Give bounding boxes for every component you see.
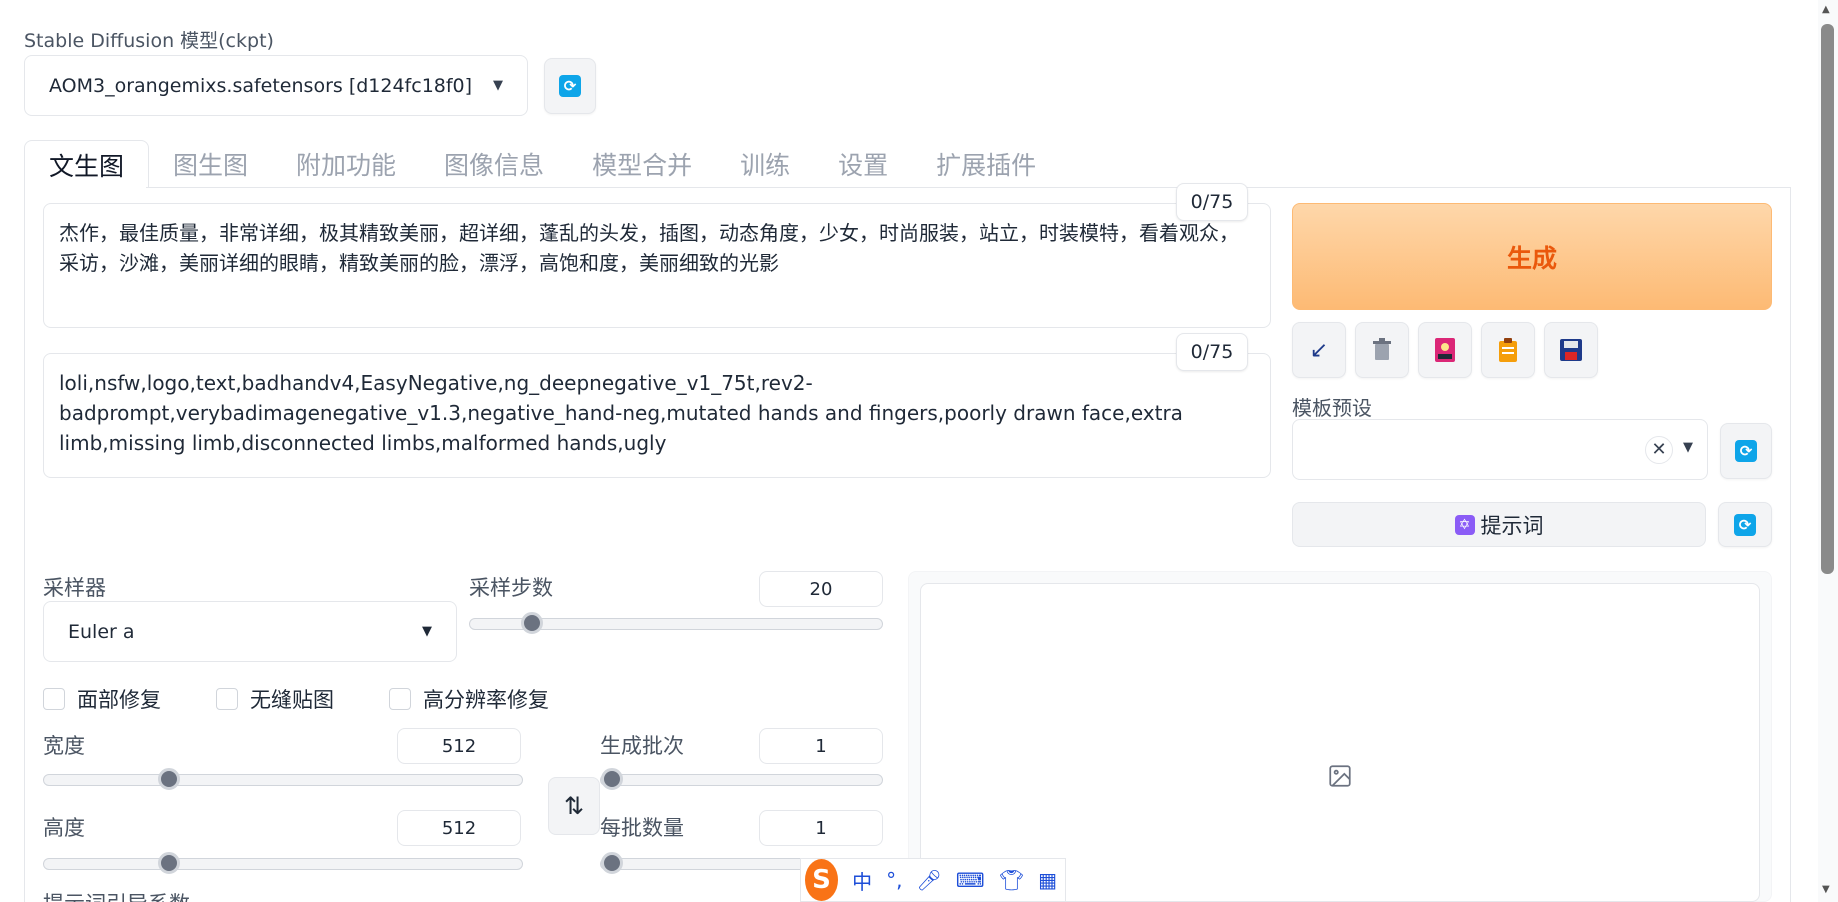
tab-train[interactable]: 训练 [716,140,814,188]
sampler-label: 采样器 [43,576,106,600]
hires-fix-checkbox[interactable] [389,688,411,710]
height-slider[interactable] [43,852,523,874]
extra-networks-button[interactable] [1418,322,1472,378]
scroll-up-icon[interactable]: ▲ [1822,4,1830,15]
sparkle-icon: ✡ [1454,514,1475,535]
positive-prompt-input[interactable]: 杰作，最佳质量，非常详细，极其精致美丽，超详细，蓬乱的头发，插图，动态角度，少女… [43,203,1271,328]
batch-count-label: 生成批次 [600,734,684,758]
tiling-label: 无缝贴图 [250,688,334,712]
tab-png-info[interactable]: 图像信息 [420,140,568,188]
swap-icon: ⇅ [563,792,585,820]
width-slider[interactable] [43,768,523,790]
keyboard-icon[interactable]: ⌨ [956,868,985,892]
batch-count-slider-thumb[interactable] [601,768,623,790]
refresh-icon: ⟳ [1735,440,1757,462]
tab-settings[interactable]: 设置 [814,140,912,188]
prompt-helper-label: 提示词 [1480,513,1544,538]
tiling-checkbox[interactable] [216,688,238,710]
tab-extras[interactable]: 附加功能 [272,140,420,188]
sampler-select[interactable]: Euler a ▼ [43,601,457,662]
model-select-value: AOM3_orangemixs.safetensors [d124fc18f0] [49,74,473,97]
ime-punct-toggle[interactable]: °, [886,868,902,892]
tab-checkpoint-merger[interactable]: 模型合并 [568,140,716,188]
width-label: 宽度 [43,734,85,758]
negative-token-counter: 0/75 [1176,333,1248,371]
height-input[interactable]: 512 [397,810,521,846]
batch-size-input[interactable]: 1 [759,810,883,846]
steps-slider[interactable] [469,612,883,634]
output-image[interactable] [920,583,1760,902]
image-placeholder-icon [1329,765,1351,787]
cfg-scale-label: 提示词引导系数 [43,888,190,902]
arrow-icon: ↙ [1309,337,1329,363]
chevron-down-icon: ▼ [422,624,432,639]
face-restore-checkbox[interactable] [43,688,65,710]
batch-size-slider-thumb[interactable] [601,852,623,874]
tiling-option[interactable]: 无缝贴图 [216,684,334,714]
sogou-logo-icon[interactable]: S [805,859,839,901]
refresh-icon: ⟳ [559,75,581,97]
hires-fix-option[interactable]: 高分辨率修复 [389,684,549,714]
tab-panel-border [146,187,1791,188]
model-refresh-button[interactable]: ⟳ [544,58,596,114]
clear-prompt-button[interactable] [1355,322,1409,378]
refresh-icon: ⟳ [1734,513,1756,536]
tab-panel-border-left [24,187,25,902]
clear-icon[interactable]: ✕ [1645,436,1673,464]
ime-lang-toggle[interactable]: 中 [852,866,872,895]
scroll-down-icon[interactable]: ▼ [1822,884,1830,895]
shirt-icon[interactable]: 👕︎ [999,868,1024,892]
swap-dimensions-button[interactable]: ⇅ [548,777,600,835]
chevron-down-icon: ▼ [493,78,503,93]
width-slider-thumb[interactable] [158,768,180,790]
tab-extensions[interactable]: 扩展插件 [912,140,1060,188]
read-params-button[interactable]: ↙ [1292,322,1346,378]
height-label: 高度 [43,816,85,840]
steps-slider-thumb[interactable] [521,612,543,634]
hires-fix-label: 高分辨率修复 [423,688,549,712]
tab-bar: 文生图 图生图 附加功能 图像信息 模型合并 训练 设置 扩展插件 [24,140,1060,188]
face-restore-label: 面部修复 [77,688,161,712]
grid-icon[interactable]: ▦ [1038,868,1057,892]
chevron-down-icon: ▼ [1683,440,1693,455]
generate-button[interactable]: 生成 [1292,203,1772,310]
tab-panel-border-right [1790,187,1791,902]
scrollbar-thumb[interactable] [1821,24,1834,574]
face-restore-option[interactable]: 面部修复 [43,684,161,714]
width-input[interactable]: 512 [397,728,521,764]
preset-refresh-button[interactable]: ⟳ [1720,423,1772,479]
batch-size-label: 每批数量 [600,816,684,840]
steps-label: 采样步数 [469,576,553,600]
model-label: Stable Diffusion 模型(ckpt) [24,30,274,52]
prompt-helper-refresh-button[interactable]: ⟳ [1718,502,1772,547]
image-icon [1435,338,1455,362]
positive-token-counter: 0/75 [1176,183,1248,221]
save-style-button[interactable] [1544,322,1598,378]
preset-label: 模板预设 [1292,396,1372,420]
prompt-helper-button[interactable]: ✡ 提示词 [1292,502,1706,547]
preset-select[interactable]: ✕ ▼ [1292,419,1708,480]
tab-img2img[interactable]: 图生图 [149,140,272,188]
batch-count-input[interactable]: 1 [759,728,883,764]
page: Stable Diffusion 模型(ckpt) AOM3_orangemix… [0,0,1838,902]
save-icon [1560,339,1582,361]
model-select[interactable]: AOM3_orangemixs.safetensors [d124fc18f0]… [24,55,528,116]
apply-style-button[interactable] [1481,322,1535,378]
steps-input[interactable]: 20 [759,571,883,607]
negative-prompt-input[interactable]: loli,nsfw,logo,text,badhandv4,EasyNegati… [43,353,1271,478]
batch-count-slider[interactable] [600,768,883,790]
trash-icon [1373,338,1391,360]
ime-toolbar: S 中 °, 🎤︎ ⌨ 👕︎ ▦ [800,858,1066,902]
mic-icon[interactable]: 🎤︎ [916,868,941,892]
height-slider-thumb[interactable] [158,852,180,874]
clipboard-icon [1499,338,1517,362]
tab-txt2img[interactable]: 文生图 [24,140,150,188]
sampler-value: Euler a [68,620,135,643]
